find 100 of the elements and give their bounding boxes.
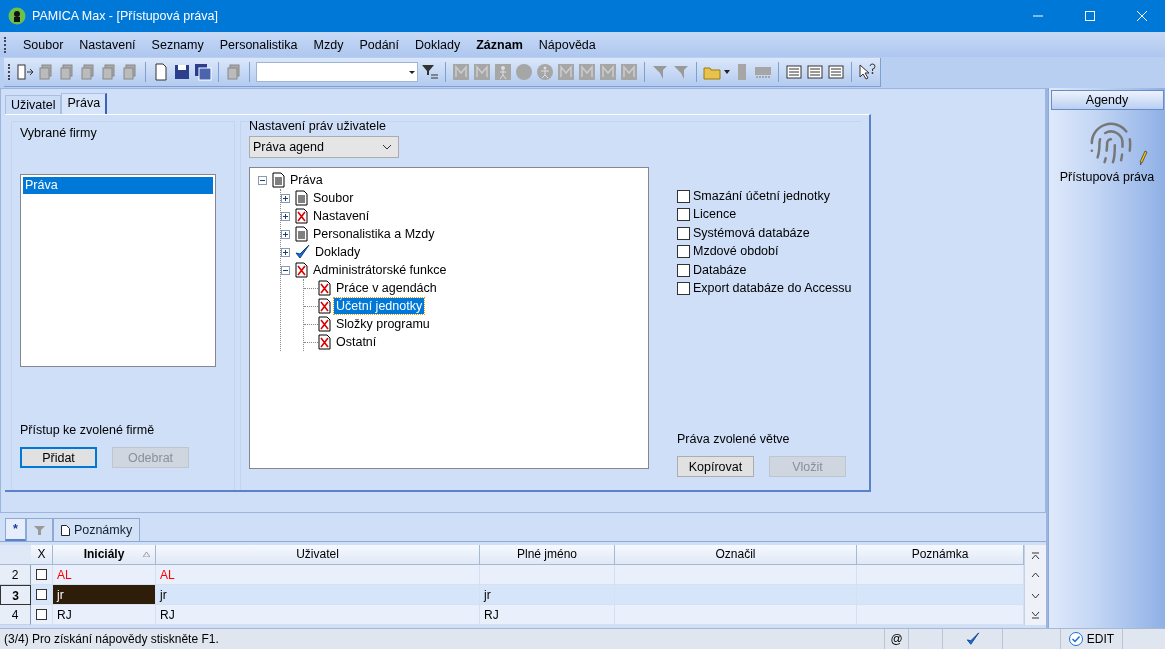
crossed-document-icon <box>318 280 331 296</box>
section-label: Přístup ke zvolené firmě <box>20 423 156 438</box>
action-button[interactable]: Přidat <box>20 447 97 468</box>
grid-tab[interactable]: Poznámky <box>52 518 141 541</box>
menu-item[interactable]: Seznamy <box>143 37 212 52</box>
checkbox[interactable] <box>36 569 47 580</box>
checkbox[interactable] <box>677 226 690 240</box>
chevron-down-icon <box>382 144 392 150</box>
checkbox[interactable] <box>677 263 690 277</box>
rights-select[interactable]: Práva agend <box>249 136 399 158</box>
list-icon[interactable] <box>827 63 845 81</box>
crossed-document-icon <box>295 262 308 278</box>
collapse-icon[interactable] <box>258 175 267 185</box>
column-header[interactable]: Uživatel <box>156 545 480 565</box>
checkmark-icon <box>965 632 980 646</box>
document-icon <box>295 226 308 242</box>
tree-item[interactable]: Soubor <box>311 190 356 206</box>
filter-icon[interactable] <box>421 63 439 81</box>
column-header[interactable]: Plné jméno <box>480 545 615 565</box>
checkbox-label: Licence <box>693 207 737 223</box>
menu-item[interactable]: Personalistika <box>211 37 306 52</box>
menu-item[interactable]: Soubor <box>15 37 72 52</box>
tree-item[interactable]: Práva <box>288 172 325 188</box>
crossed-document-icon <box>318 334 331 350</box>
crossed-document-icon <box>295 208 308 224</box>
crossed-document-icon <box>318 316 331 332</box>
tree-item[interactable]: Účetní jednotky <box>334 298 425 314</box>
tree-item[interactable]: Personalistika a Mzdy <box>311 226 437 242</box>
menu-item[interactable]: Podání <box>351 37 408 52</box>
list-icon[interactable] <box>785 63 803 81</box>
expand-icon[interactable] <box>281 229 290 239</box>
checkmark-icon <box>295 244 310 260</box>
column-header[interactable]: Iniciály <box>53 545 156 565</box>
grid-tab[interactable] <box>25 518 53 541</box>
document-icon <box>60 524 70 536</box>
menu-item[interactable]: Nastavení <box>71 37 144 52</box>
help-cursor-icon[interactable] <box>858 63 876 81</box>
status-message: (3/4) Pro získání nápovědy stiskněte F1. <box>3 632 220 646</box>
table-cell: jr <box>480 585 615 605</box>
checkbox[interactable] <box>36 589 47 600</box>
tree-item[interactable]: Složky programu <box>334 316 432 332</box>
copy-icon[interactable] <box>225 63 243 81</box>
tree-item[interactable]: Administrátorské funkce <box>311 262 449 278</box>
documents-icon[interactable] <box>58 63 76 81</box>
table-cell: jr <box>53 585 156 605</box>
list-icon[interactable] <box>806 63 824 81</box>
checkbox[interactable] <box>36 609 47 620</box>
expand-icon[interactable] <box>281 193 290 203</box>
checkbox-label: Smazání účetní jednotky <box>693 188 830 204</box>
table-cell: AL <box>53 565 156 585</box>
tree-item[interactable]: Nastavení <box>311 208 372 224</box>
group-title: Nastavení práv uživatele <box>249 119 387 134</box>
app-logo-icon <box>8 7 26 25</box>
checkbox[interactable] <box>677 282 690 296</box>
documents-icon[interactable] <box>121 63 139 81</box>
tree-item[interactable]: Doklady <box>313 244 363 260</box>
checkbox[interactable] <box>677 245 690 259</box>
column-header[interactable]: X <box>31 545 53 565</box>
filter-icon <box>33 524 45 536</box>
floppy-disks-icon[interactable] <box>194 63 212 81</box>
table-cell: jr <box>156 585 480 605</box>
window-title: PAMICA Max - [Přístupová práva] <box>32 9 219 23</box>
menu-item[interactable]: Nápověda <box>530 37 604 52</box>
menu-item[interactable]: Doklady <box>407 37 469 52</box>
tree-item[interactable]: Ostatní <box>334 334 379 350</box>
pencil-icon <box>1138 150 1148 166</box>
column-header[interactable]: Označil <box>615 545 857 565</box>
menu-item[interactable]: Záznam <box>468 37 531 52</box>
checkbox[interactable] <box>677 208 690 222</box>
fingerprint-icon[interactable] <box>1088 120 1134 166</box>
grid-tab[interactable]: * <box>5 518 26 541</box>
checkbox-label: Systémová databáze <box>693 225 810 241</box>
document-icon <box>295 190 308 206</box>
column-header[interactable]: Poznámka <box>857 545 1024 565</box>
action-button[interactable]: Kopírovat <box>677 456 754 477</box>
check-circle-icon <box>1068 632 1083 646</box>
checkbox[interactable] <box>677 189 690 203</box>
panel-header[interactable]: Agendy <box>1050 90 1164 110</box>
tab[interactable]: Uživatel <box>5 95 62 114</box>
expand-icon[interactable] <box>281 247 290 257</box>
exit-icon[interactable] <box>16 63 34 81</box>
scroll-icon[interactable] <box>1031 610 1040 620</box>
section-label: Práva zvolené větve <box>677 432 791 447</box>
tree-item[interactable]: Práce v agendách <box>334 280 439 296</box>
caret-icon[interactable] <box>724 70 730 74</box>
checkbox-label: Databáze <box>693 262 747 278</box>
documents-icon[interactable] <box>79 63 97 81</box>
table-cell: RJ <box>156 605 480 625</box>
menu-item[interactable]: Mzdy <box>305 37 352 52</box>
scroll-icon[interactable] <box>1031 550 1040 560</box>
collapse-icon[interactable] <box>281 265 290 275</box>
new-document-icon[interactable] <box>152 63 170 81</box>
row-number: 4 <box>0 605 31 625</box>
agenda-label[interactable]: Přístupová práva <box>1059 170 1155 184</box>
expand-icon[interactable] <box>281 211 290 221</box>
documents-icon[interactable] <box>100 63 118 81</box>
checkbox-label: Mzdové období <box>693 244 779 260</box>
list-item[interactable]: Práva <box>23 177 213 194</box>
tab[interactable]: Práva <box>61 93 108 114</box>
mode-indicator: EDIT <box>1086 632 1115 646</box>
